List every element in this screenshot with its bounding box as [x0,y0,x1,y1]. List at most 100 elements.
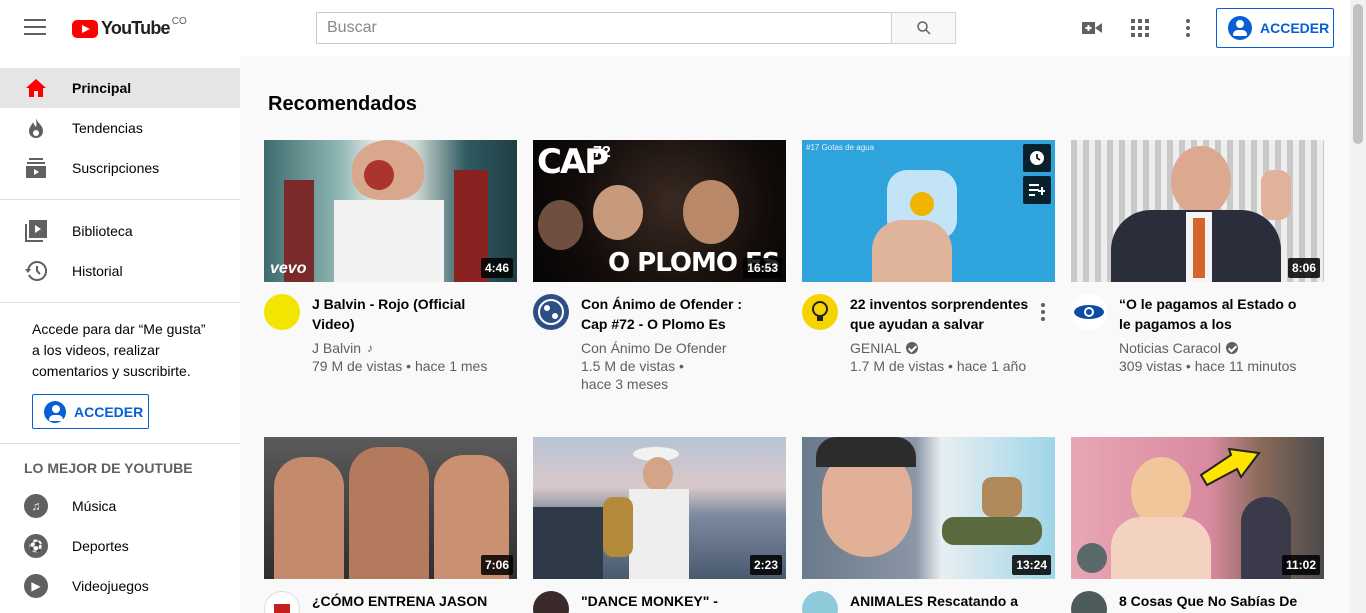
video-stats: 1.7 M de vistas • hace 1 año [850,358,1027,374]
thumbnail-headphones [816,437,916,467]
video-card[interactable]: 2:23 "DANCE MONKEY" - STREET [533,437,786,613]
queue-icon [1029,184,1045,196]
sidebar-item-label: Videojuegos [72,578,149,594]
video-title[interactable]: ¿CÓMO ENTRENA JASON [312,591,502,611]
video-card[interactable]: #17 Gotas de agua 22 inventos sorprenden… [802,140,1055,375]
channel-avatar[interactable] [1071,294,1107,330]
video-duration: 2:23 [749,555,782,575]
channel-avatar[interactable] [802,591,838,613]
settings-menu-button[interactable] [1176,16,1200,40]
channel-name[interactable]: Con Ánimo De Ofender [581,339,727,357]
channel-logo-icon [274,604,290,613]
video-card[interactable]: 11:02 8 Cosas Que No Sabías De [1071,437,1324,613]
more-vert-icon [1186,19,1190,37]
video-title[interactable]: 8 Cosas Que No Sabías De [1119,591,1309,611]
sidebar-item-library[interactable]: Biblioteca [0,211,240,251]
verified-icon [1225,342,1238,354]
sidebar-item-music[interactable]: ♫ Música [0,486,240,526]
thumbnail-text-number: 72 [593,144,611,161]
video-thumbnail[interactable]: 11:02 [1071,437,1324,579]
thumbnail-crowd [533,507,603,579]
scrollbar-thumb[interactable] [1353,4,1363,144]
youtube-logo[interactable]: YouTube CO [72,16,187,39]
add-to-queue-button[interactable] [1023,176,1051,204]
video-thumbnail[interactable]: CAP 72 O PLOMO ES 16:53 [533,140,786,282]
channel-avatar[interactable] [533,294,569,330]
thumbnail-animal [982,477,1022,517]
library-icon [24,219,48,243]
video-title[interactable]: “O le pagamos al Estado o le pagamos a l… [1119,294,1309,334]
sidebar-item-home[interactable]: Principal [0,68,240,108]
sidebar-item-trending[interactable]: Tendencias [0,108,240,148]
sidebar-item-history[interactable]: Historial [0,251,240,291]
video-title[interactable]: 22 inventos sorprendentes que ayudan a s… [850,294,1040,334]
apps-button[interactable] [1128,16,1152,40]
video-title[interactable]: J Balvin - Rojo (Official Video) [312,294,502,334]
video-card[interactable]: CAP 72 O PLOMO ES 16:53 Con Ánimo de Ofe… [533,140,786,393]
signin-label: ACCEDER [74,403,144,420]
search-input[interactable] [316,12,891,44]
video-thumbnail[interactable]: 8:06 [1071,140,1324,282]
video-duration: 11:02 [1281,555,1320,575]
video-thumbnail[interactable]: 7:06 [264,437,517,579]
video-title[interactable]: "DANCE MONKEY" - STREET [581,591,771,613]
apps-grid-icon [1131,19,1149,37]
sidebar-item-subscriptions[interactable]: Suscripciones [0,148,240,188]
thumbnail-face [643,457,673,491]
sidebar-item-label: Principal [72,80,132,96]
thumbnail-paint [364,160,394,190]
search-button[interactable] [891,12,956,44]
history-icon [24,259,48,283]
sidebar-signin-button[interactable]: ACCEDER [32,394,149,429]
channel-name[interactable]: J Balvin [312,339,361,357]
vevo-watermark: vevo [270,260,307,277]
thumbnail-figure [274,457,344,579]
section-title: Recomendados [268,93,417,115]
channel-avatar[interactable] [264,591,300,613]
video-card[interactable]: 8:06 “O le pagamos al Estado o le pagamo… [1071,140,1324,375]
page-scrollbar[interactable] [1350,0,1366,613]
video-stats: 309 vistas • hace 11 minutos [1119,358,1297,374]
video-thumbnail[interactable]: 13:24 [802,437,1055,579]
sidebar-item-gaming[interactable]: ▶ Videojuegos [0,566,240,606]
thumbnail-face [1171,146,1231,216]
channel-avatar[interactable] [1071,591,1107,613]
channel-avatar[interactable] [264,294,300,330]
channel-name-row: J Balvin ♪ [312,339,502,357]
channel-logo-icon [538,299,564,325]
video-title[interactable]: Con Ánimo de Ofender : Cap #72 - O Plomo… [581,294,771,334]
thumbnail-hand [872,220,952,282]
channel-name[interactable]: GENIAL [850,339,901,357]
video-duration: 4:46 [480,258,513,278]
sidebar: Principal Tendencias Suscripciones Bibli… [0,56,240,613]
music-note-icon: ♪ [367,341,374,355]
video-duration: 13:24 [1012,555,1051,575]
account-icon [44,400,66,423]
menu-icon[interactable] [24,19,46,37]
video-duration: 7:06 [480,555,513,575]
signin-label: ACCEDER [1260,20,1330,36]
thumbnail-drop-logo [910,192,934,216]
video-card[interactable]: 13:24 ANIMALES Rescatando a [802,437,1055,613]
channel-avatar[interactable] [533,591,569,613]
video-card[interactable]: 7:06 ¿CÓMO ENTRENA JASON [264,437,517,613]
thumbnail-hand [1261,170,1291,220]
video-card[interactable]: vevo 4:46 J Balvin - Rojo (Official Vide… [264,140,517,375]
video-thumbnail[interactable]: #17 Gotas de agua [802,140,1055,282]
gaming-icon: ▶ [24,574,48,598]
best-of-youtube-heading: LO MEJOR DE YOUTUBE [24,460,193,476]
video-action-menu[interactable] [1031,300,1055,324]
video-title[interactable]: ANIMALES Rescatando a [850,591,1040,611]
thumbnail-tie [1193,218,1205,278]
video-thumbnail[interactable]: 2:23 [533,437,786,579]
signin-button[interactable]: ACCEDER [1216,8,1334,48]
video-thumbnail[interactable]: vevo 4:46 [264,140,517,282]
watch-later-button[interactable] [1023,144,1051,172]
sidebar-item-label: Deportes [72,538,129,554]
sidebar-item-sports[interactable]: ⚽ Deportes [0,526,240,566]
create-video-button[interactable] [1080,16,1104,40]
channel-name[interactable]: Noticias Caracol [1119,339,1221,357]
channel-avatar[interactable] [802,294,838,330]
thumbnail-figure [1111,517,1211,579]
lightbulb-icon [812,301,828,321]
